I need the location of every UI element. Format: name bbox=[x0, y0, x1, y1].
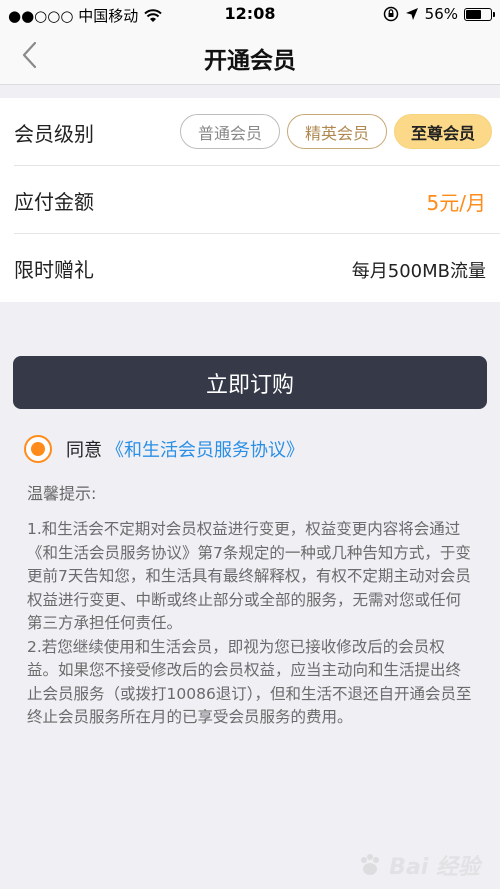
paw-icon bbox=[361, 854, 380, 875]
agree-label: 同意 bbox=[66, 440, 102, 461]
level-option-supreme[interactable]: 至尊会员 bbox=[394, 114, 492, 149]
radio-checked-dot bbox=[31, 442, 45, 456]
location-arrow-icon bbox=[405, 8, 418, 20]
tips-body: 1.和生活会不定期对会员权益进行变更，权益变更内容将会通过《和生活会员服务协议》… bbox=[27, 518, 475, 730]
amount-value: 5元/月 bbox=[426, 191, 486, 215]
gift-label: 限时赠礼 bbox=[14, 258, 94, 282]
battery-icon bbox=[464, 7, 495, 21]
battery-percent: 56% bbox=[424, 5, 458, 23]
tips-title: 温馨提示: bbox=[27, 484, 97, 503]
nav-bar: 开通会员 bbox=[0, 28, 500, 85]
page-title: 开通会员 bbox=[204, 48, 296, 74]
status-bar: ●●○○○ 中国移动 12:08 56% bbox=[0, 0, 500, 28]
amount-row: 应付金额 5元/月 bbox=[0, 166, 500, 234]
tip-item: 1.和生活会不定期对会员权益进行变更，权益变更内容将会通过《和生活会员服务协议》… bbox=[27, 520, 471, 632]
level-label: 会员级别 bbox=[14, 122, 94, 146]
membership-form: 会员级别 普通会员 精英会员 至尊会员 应付金额 5元/月 限时赠礼 每月500… bbox=[0, 98, 500, 302]
subscribe-button[interactable]: 立即订购 bbox=[13, 356, 487, 409]
gift-value: 每月500MB流量 bbox=[351, 261, 486, 282]
watermark-text: Bai 经验 bbox=[389, 855, 480, 880]
level-row: 会员级别 普通会员 精英会员 至尊会员 bbox=[0, 98, 500, 166]
agreement-row: 同意 《和生活会员服务协议》 bbox=[24, 434, 304, 464]
level-option-elite[interactable]: 精英会员 bbox=[287, 114, 387, 149]
amount-label: 应付金额 bbox=[14, 190, 94, 214]
tip-item: 2.若您继续使用和生活会员，即视为您已接收修改后的会员权益。如果您不接受修改后的… bbox=[27, 637, 472, 727]
rotation-lock-icon bbox=[383, 6, 398, 22]
baidu-watermark: Bai 经验 bbox=[357, 849, 480, 881]
level-option-normal[interactable]: 普通会员 bbox=[180, 114, 280, 149]
agreement-link[interactable]: 《和生活会员服务协议》 bbox=[106, 436, 304, 462]
status-right-group: 56% bbox=[383, 5, 495, 23]
gift-row: 限时赠礼 每月500MB流量 bbox=[0, 234, 500, 302]
agree-radio[interactable] bbox=[24, 435, 52, 463]
